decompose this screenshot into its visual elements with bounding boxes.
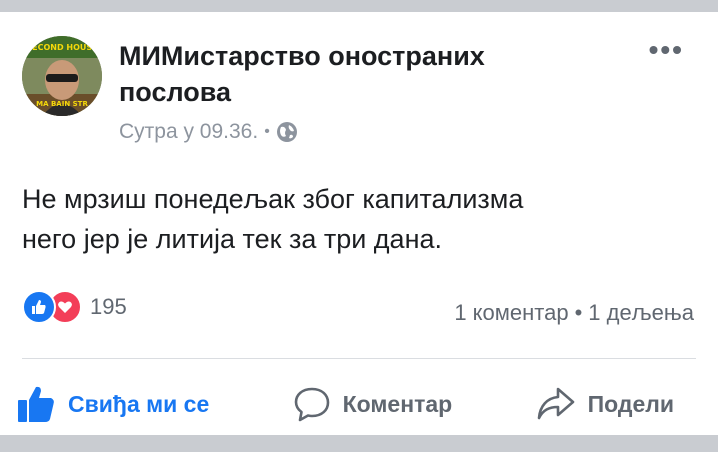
share-arrow-icon <box>537 387 574 420</box>
comment-icon <box>294 387 329 422</box>
globe-icon <box>276 121 298 143</box>
action-bar: Свиђа ми се Коментар Подели <box>0 374 718 434</box>
reaction-count: 195 <box>90 294 127 319</box>
post-text-line-2: него јер је литија тек за три дана. <box>22 224 443 254</box>
avatar[interactable]: SECOND HOUSE MA BAIN STR <box>22 36 102 116</box>
comment-label: Коментар <box>342 390 453 417</box>
post-text: Не мрзиш понедељак због капитализма него… <box>22 179 682 259</box>
post-meta: Сутра у 09.36. • <box>119 120 298 144</box>
like-reaction-icon <box>22 290 56 324</box>
stats-separator: • <box>574 300 583 325</box>
like-button[interactable]: Свиђа ми се <box>16 384 209 424</box>
engagement-stats: 1 коментар • 1 дељења <box>454 300 694 326</box>
shares-count[interactable]: 1 дељења <box>588 300 694 326</box>
meta-separator: • <box>264 123 270 140</box>
post-card: SECOND HOUSE MA BAIN STR МИМистарство он… <box>0 12 718 435</box>
post-timestamp[interactable]: Сутра у 09.36. <box>119 120 258 144</box>
page-name[interactable]: МИМистарство оностраних послова <box>119 38 589 110</box>
like-label: Свиђа ми се <box>68 390 210 417</box>
share-button[interactable]: Подели <box>536 385 674 423</box>
divider <box>22 358 696 359</box>
share-label: Подели <box>587 390 674 417</box>
reactions-summary[interactable]: 195 <box>22 290 127 324</box>
thumbs-up-icon <box>18 386 54 422</box>
post-text-line-1: Не мрзиш понедељак због капитализма <box>22 184 524 214</box>
comments-count[interactable]: 1 коментар <box>454 300 568 326</box>
comment-button[interactable]: Коментар <box>293 385 453 423</box>
avatar-text-top: SECOND HOUSE <box>26 43 97 52</box>
avatar-text-bottom: MA BAIN STR <box>36 100 88 108</box>
more-options-button[interactable]: ••• <box>649 34 684 66</box>
avatar-image: SECOND HOUSE MA BAIN STR <box>22 36 102 116</box>
